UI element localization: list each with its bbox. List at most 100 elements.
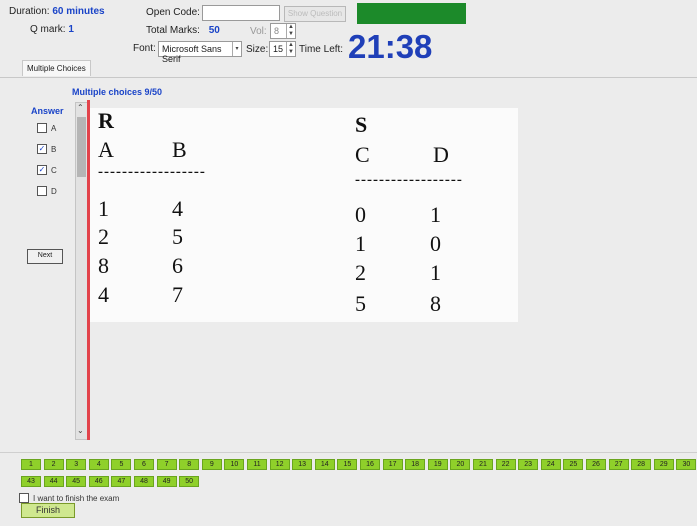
finish-button[interactable]: Finish xyxy=(21,503,75,518)
size-label: Size: xyxy=(246,44,269,55)
option-b[interactable]: ✓ B xyxy=(37,143,57,155)
question-number-button[interactable]: 1 xyxy=(21,459,41,470)
cell-right-3-1: 8 xyxy=(430,291,441,316)
duration-label: Duration: xyxy=(9,6,50,17)
size-spinner[interactable]: 15 ▲ ▼ xyxy=(269,41,296,57)
tab-divider xyxy=(0,77,697,78)
total-marks: Total Marks: 50 xyxy=(146,25,220,36)
spinner-arrows-icon[interactable]: ▲ ▼ xyxy=(286,24,295,38)
duration: Duration: 60 minutes xyxy=(9,6,105,17)
cell-right-2-0: 2 xyxy=(355,260,366,285)
question-number-button[interactable]: 8 xyxy=(179,459,200,470)
question-number-button[interactable]: 14 xyxy=(314,459,335,470)
question-number-button[interactable]: 4 xyxy=(88,459,109,470)
chevron-up-icon[interactable]: ⌃ xyxy=(77,103,84,112)
question-number-button[interactable]: 29 xyxy=(653,459,674,470)
chevron-down-icon[interactable]: ⌄ xyxy=(77,426,84,435)
question-number-button[interactable]: 19 xyxy=(427,459,448,470)
option-a-label: A xyxy=(51,123,57,133)
open-code-label: Open Code: xyxy=(146,7,200,18)
question-number-button[interactable]: 10 xyxy=(224,459,245,470)
question-number-button[interactable]: 26 xyxy=(586,459,606,470)
q-mark-value: 1 xyxy=(68,24,74,35)
cell-right-1-0: 1 xyxy=(355,231,366,256)
question-number-button[interactable]: 48 xyxy=(134,476,154,487)
option-d[interactable]: D xyxy=(37,185,57,197)
option-b-label: B xyxy=(51,144,57,154)
spinner-arrows-icon[interactable]: ▲ ▼ xyxy=(286,42,295,56)
question-number-button[interactable]: 15 xyxy=(337,459,358,470)
question-number-button[interactable]: 12 xyxy=(269,459,290,470)
question-number-button[interactable]: 24 xyxy=(540,459,561,470)
font-label: Font: xyxy=(133,43,156,54)
chevron-down-icon[interactable]: ▾ xyxy=(232,42,241,56)
question-number-button[interactable]: 3 xyxy=(66,459,87,470)
cell-left-2-1: 6 xyxy=(172,253,183,278)
question-number-button[interactable]: 47 xyxy=(111,476,132,487)
question-number-button[interactable]: 9 xyxy=(201,459,222,470)
answer-options: A ✓ B ✓ C D xyxy=(37,122,57,197)
answer-title: Answer xyxy=(31,106,64,116)
total-marks-value: 50 xyxy=(208,25,220,36)
question-number-button[interactable]: 13 xyxy=(292,459,313,470)
question-number-button[interactable]: 18 xyxy=(405,459,426,470)
question-number-button[interactable]: 22 xyxy=(495,459,516,470)
header-c: C xyxy=(355,142,370,167)
question-number-button[interactable]: 25 xyxy=(563,459,584,470)
finish-exam-checkbox[interactable] xyxy=(19,493,29,503)
checkmark-icon[interactable]: ✓ xyxy=(37,165,47,175)
bottom-divider xyxy=(0,452,697,453)
checkbox-a[interactable] xyxy=(37,123,47,133)
question-number-button[interactable]: 21 xyxy=(473,459,493,470)
status-indicator xyxy=(357,3,466,24)
question-number-button[interactable]: 5 xyxy=(111,459,132,470)
question-number-button[interactable]: 27 xyxy=(608,459,629,470)
question-number-button[interactable]: 2 xyxy=(43,459,64,470)
question-number-button[interactable]: 23 xyxy=(518,459,539,470)
open-code-input[interactable] xyxy=(202,5,280,21)
time-left-value: 21:38 xyxy=(348,28,433,65)
vol-value: 8 xyxy=(274,26,280,36)
question-number-button[interactable]: 20 xyxy=(450,459,471,470)
cell-left-2-0: 8 xyxy=(98,253,109,278)
option-c[interactable]: ✓ C xyxy=(37,164,57,176)
question-number-button[interactable]: 46 xyxy=(88,476,109,487)
checkbox-d[interactable] xyxy=(37,186,47,196)
question-number-button[interactable]: 50 xyxy=(179,476,200,487)
scrollbar-thumb[interactable] xyxy=(77,117,86,177)
question-number-button[interactable]: 6 xyxy=(134,459,154,470)
font-select[interactable]: Microsoft Sans Serif ▾ xyxy=(158,41,242,64)
tab-multiple-choices[interactable]: Multiple Choices xyxy=(22,60,91,76)
question-number-button[interactable]: 49 xyxy=(156,476,177,487)
question-number-button[interactable]: 45 xyxy=(66,476,87,487)
question-number-button[interactable]: 17 xyxy=(382,459,403,470)
option-a[interactable]: A xyxy=(37,122,57,134)
cell-left-0-0: 1 xyxy=(98,196,109,221)
question-number-button[interactable]: 7 xyxy=(156,459,177,470)
question-number-button[interactable]: 16 xyxy=(360,459,380,470)
checkmark-icon[interactable]: ✓ xyxy=(37,144,47,154)
cell-right-1-1: 0 xyxy=(430,231,441,256)
cell-left-3-1: 7 xyxy=(172,282,183,307)
cell-left-0-1: 4 xyxy=(172,196,183,221)
question-number-button[interactable]: 30 xyxy=(676,459,697,470)
q-mark-label: Q mark: xyxy=(30,24,66,35)
cell-right-3-0: 5 xyxy=(355,291,366,316)
question-number-button[interactable]: 43 xyxy=(21,476,41,487)
vol-spinner[interactable]: 8 ▲ ▼ xyxy=(270,23,296,39)
duration-value: 60 minutes xyxy=(52,6,105,17)
question-content: R A B ------------------ 1 4 2 5 8 6 4 7… xyxy=(90,108,518,322)
header-d: D xyxy=(433,142,449,167)
cell-right-0-1: 1 xyxy=(430,202,441,227)
next-button[interactable]: Next xyxy=(27,249,63,264)
question-number-button[interactable]: 44 xyxy=(43,476,64,487)
total-marks-label: Total Marks: xyxy=(146,25,200,36)
question-number-button[interactable]: 28 xyxy=(631,459,652,470)
cell-right-2-1: 1 xyxy=(430,260,441,285)
separator-right: ------------------ xyxy=(355,172,463,188)
option-c-label: C xyxy=(51,165,57,175)
table-r-title: R xyxy=(98,108,114,133)
size-value: 15 xyxy=(273,44,284,54)
question-number-button[interactable]: 11 xyxy=(247,459,267,470)
show-question-button[interactable]: Show Question xyxy=(284,6,346,22)
